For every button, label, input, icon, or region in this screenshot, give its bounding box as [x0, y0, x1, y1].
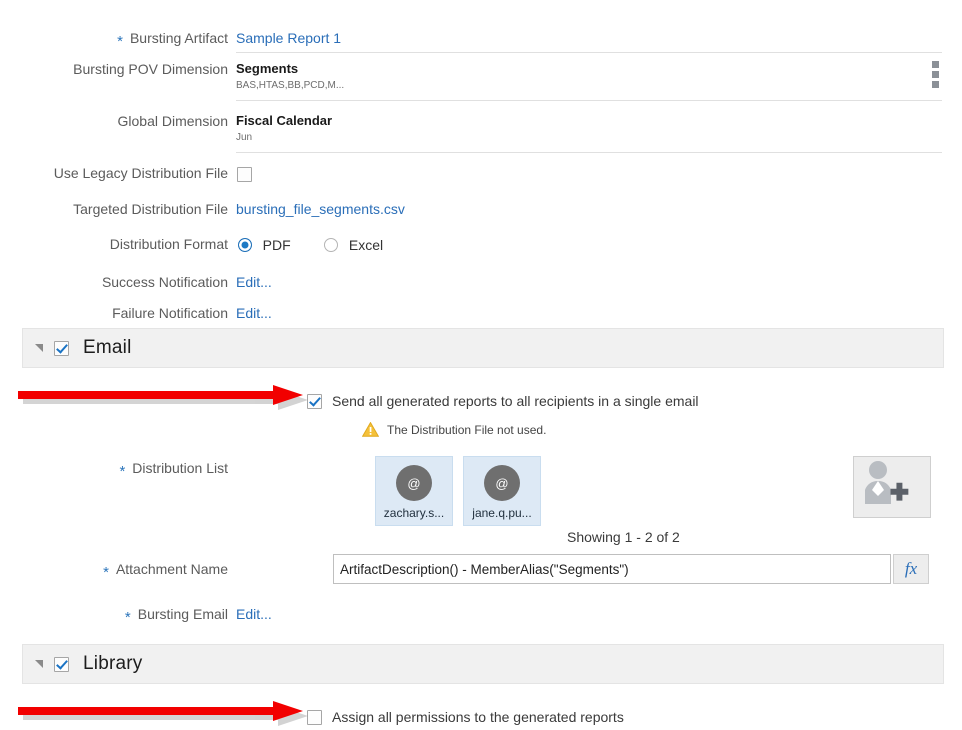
bursting-email-label-wrap: * Bursting Email [0, 606, 232, 623]
field-row-bursting-email: * Bursting Email Edit... [0, 606, 962, 623]
distribution-format-options: PDF Excel [232, 236, 383, 253]
dot [932, 61, 939, 68]
field-label: Global Dimension [118, 113, 229, 130]
email-section-enabled-checkbox[interactable] [54, 341, 69, 356]
arrow-to-single-email-checkbox [18, 384, 313, 414]
pov-dimension-members: BAS,HTAS,BB,PCD,M... [236, 79, 344, 92]
field-row-distribution-format: Distribution Format PDF Excel [0, 236, 962, 253]
library-section-title: Library [83, 653, 142, 675]
row-separator [236, 152, 942, 153]
distribution-format-label-wrap: Distribution Format [0, 236, 232, 253]
field-row-use-legacy-distribution-file: Use Legacy Distribution File [0, 165, 962, 182]
required-asterisk: * [119, 464, 125, 479]
radio-excel-label[interactable]: Excel [349, 237, 383, 253]
global-dimension-value[interactable]: Fiscal Calendar Jun [232, 113, 332, 144]
send-single-email-label: Send all generated reports to all recipi… [332, 393, 699, 409]
list-item[interactable]: @ zachary.s... [375, 456, 453, 526]
required-asterisk: * [103, 565, 109, 580]
bursting-artifact-link[interactable]: Sample Report 1 [236, 30, 341, 46]
more-vertical-icon[interactable] [932, 61, 939, 91]
section-header-email[interactable]: Email [22, 328, 944, 368]
success-notification-label-wrap: Success Notification [0, 274, 232, 291]
field-label: Failure Notification [112, 305, 228, 322]
bursting-artifact-label-wrap: * Bursting Artifact [0, 30, 232, 47]
field-row-targeted-distribution-file: Targeted Distribution File bursting_file… [0, 201, 962, 218]
bursting-pov-value[interactable]: Segments BAS,HTAS,BB,PCD,M... [232, 61, 344, 92]
targeted-distribution-file-link[interactable]: bursting_file_segments.csv [236, 201, 405, 217]
failure-notification-label-wrap: Failure Notification [0, 305, 232, 322]
section-header-library[interactable]: Library [22, 644, 944, 684]
field-label: Distribution List [132, 460, 228, 477]
distribution-list-label-wrap: * Distribution List [0, 460, 232, 477]
library-section-enabled-checkbox[interactable] [54, 657, 69, 672]
field-row-success-notification: Success Notification Edit... [0, 274, 962, 291]
list-item[interactable]: @ jane.q.pu... [463, 456, 541, 526]
dot [932, 81, 939, 88]
function-editor-button[interactable]: fx [893, 554, 929, 584]
use-legacy-value [232, 165, 252, 182]
field-label: Targeted Distribution File [73, 201, 228, 218]
bursting-email-value: Edit... [232, 606, 272, 623]
radio-excel[interactable] [324, 238, 338, 252]
field-row-bursting-artifact: * Bursting Artifact Sample Report 1 [0, 30, 962, 47]
add-user-icon [854, 457, 916, 511]
use-legacy-label-wrap: Use Legacy Distribution File [0, 165, 232, 182]
field-label: Use Legacy Distribution File [54, 165, 228, 182]
warning-triangle-icon [362, 422, 379, 437]
required-asterisk: * [117, 34, 123, 49]
collapse-triangle-icon[interactable] [35, 344, 43, 352]
field-label: Success Notification [102, 274, 228, 291]
field-label: Distribution Format [110, 236, 228, 253]
warning-text: The Distribution File not used. [387, 423, 546, 437]
targeted-file-value: bursting_file_segments.csv [232, 201, 405, 218]
use-legacy-distribution-file-checkbox[interactable] [237, 167, 252, 182]
field-label: Bursting POV Dimension [73, 61, 228, 78]
at-sign-icon: @ [396, 465, 432, 501]
failure-notification-value: Edit... [232, 305, 272, 322]
field-label: Bursting Artifact [130, 30, 228, 47]
email-section-title: Email [83, 337, 132, 359]
pov-dimension-name: Segments [236, 61, 344, 77]
at-sign-icon: @ [484, 465, 520, 501]
radio-pdf-label[interactable]: PDF [263, 237, 291, 253]
row-separator [236, 52, 942, 53]
distribution-file-warning: The Distribution File not used. [362, 422, 546, 437]
add-recipient-button[interactable] [853, 456, 931, 518]
assign-permissions-row: Assign all permissions to the generated … [307, 709, 624, 725]
targeted-file-label-wrap: Targeted Distribution File [0, 201, 232, 218]
bursting-email-edit-link[interactable]: Edit... [236, 606, 272, 622]
recipient-name: jane.q.pu... [472, 506, 531, 520]
recipient-name: zachary.s... [384, 506, 444, 520]
row-separator [236, 100, 942, 101]
attachment-name-label-wrap: * Attachment Name [0, 561, 232, 578]
global-dimension-name: Fiscal Calendar [236, 113, 332, 129]
pagination-status: Showing 1 - 2 of 2 [567, 529, 680, 545]
field-label: Attachment Name [116, 561, 228, 578]
single-email-row: Send all generated reports to all recipi… [307, 393, 699, 409]
bursting-pov-label-wrap: Bursting POV Dimension [0, 61, 232, 78]
global-dimension-label-wrap: Global Dimension [0, 113, 232, 130]
attachment-name-input[interactable] [333, 554, 891, 584]
field-row-bursting-pov-dimension: Bursting POV Dimension Segments BAS,HTAS… [0, 61, 962, 92]
arrow-to-assign-permissions-checkbox [18, 700, 313, 730]
dot [932, 71, 939, 78]
bursting-artifact-value: Sample Report 1 [232, 30, 341, 47]
global-dimension-members: Jun [236, 131, 332, 144]
field-label: Bursting Email [138, 606, 228, 623]
failure-notification-edit-link[interactable]: Edit... [236, 305, 272, 321]
required-asterisk: * [125, 610, 131, 625]
field-row-global-dimension: Global Dimension Fiscal Calendar Jun [0, 113, 962, 144]
collapse-triangle-icon[interactable] [35, 660, 43, 668]
field-row-failure-notification: Failure Notification Edit... [0, 305, 962, 322]
success-notification-edit-link[interactable]: Edit... [236, 274, 272, 290]
radio-pdf[interactable] [238, 238, 252, 252]
assign-all-permissions-label: Assign all permissions to the generated … [332, 709, 624, 725]
success-notification-value: Edit... [232, 274, 272, 291]
